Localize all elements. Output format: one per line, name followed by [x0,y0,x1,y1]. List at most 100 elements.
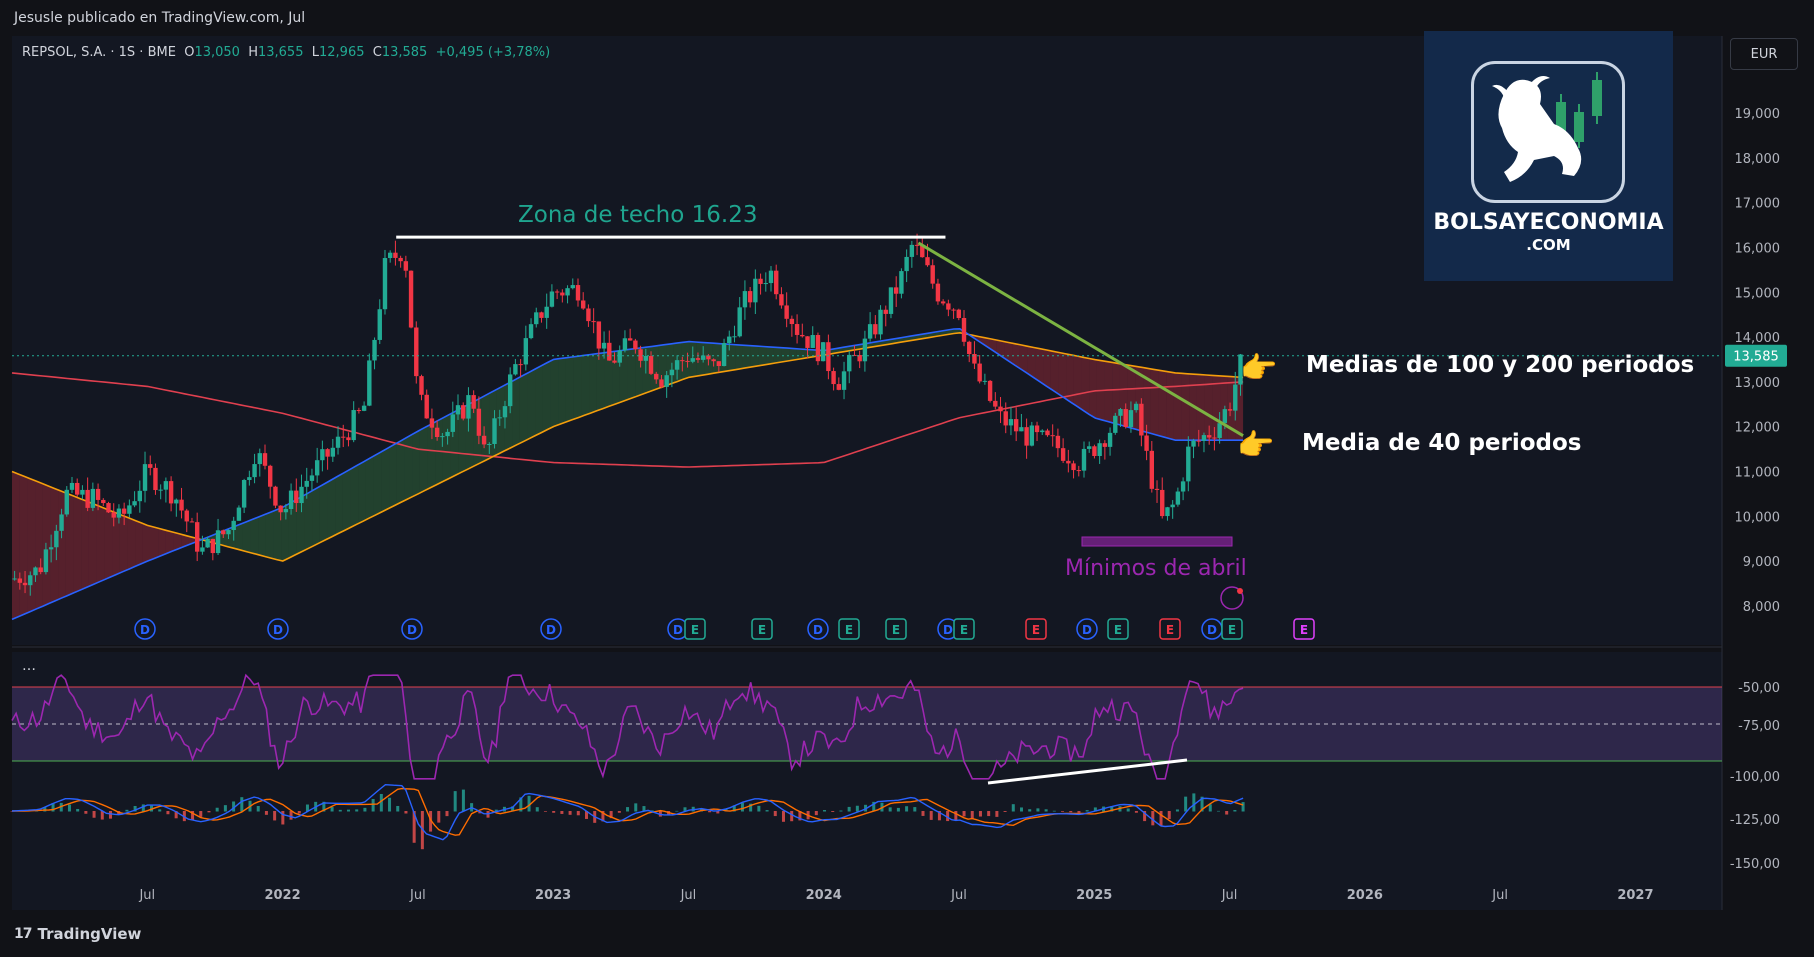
ma-band-fill [12,471,20,620]
candle-body [940,301,946,304]
candle-body [1217,423,1222,438]
ma-40-label: Media de 40 periodos [1302,430,1582,456]
indicator-menu-icon[interactable]: … [22,658,36,674]
candle-body [565,288,570,296]
candle-body [387,252,393,259]
ma-band-fill [342,469,351,532]
candle-body [210,538,216,554]
candle-body [200,547,205,552]
pointing-hand-icon: 👉 [1237,428,1275,463]
macd-histogram-bar [199,811,203,817]
macd-histogram-bar [790,811,794,822]
ma-band-fill [265,510,274,559]
ma-band-fill [1173,372,1182,441]
candle-body [372,339,377,361]
candle-body [1175,491,1181,505]
macd-histogram-bar [273,811,277,821]
currency-button[interactable]: EUR [1730,38,1798,70]
time-tick-label: 2027 [1617,888,1653,903]
event-marker-label: E [892,623,900,637]
event-marker-label: D [813,623,823,637]
macd-histogram-bar [379,793,383,812]
macd-histogram-bar [708,811,712,813]
candle-body [398,257,403,262]
candle-body [596,321,602,349]
open-value: 13,050 [194,45,240,60]
candle-body [1055,435,1061,449]
candle-body [476,408,482,436]
macd-histogram-bar [1019,807,1023,812]
ma-band-fill [81,499,89,590]
event-marker-label: D [673,623,683,637]
ma-band-fill [104,508,113,580]
macd-histogram-bar [338,809,342,812]
candle-body [419,376,424,395]
macd-histogram-bar [1085,810,1089,812]
candle-body [1081,448,1087,471]
candle-body [914,244,920,246]
ma-band-fill [1050,350,1059,395]
tradingview-brand[interactable]: 17 TradingView [14,925,141,943]
candle-body [121,508,127,514]
macd-histogram-bar [535,807,539,812]
candle-body [659,379,664,387]
oscillator-tick-label: -100,00 [1730,770,1780,785]
candle-body [873,324,878,335]
candle-body [393,252,398,258]
ma-band-fill [627,348,636,400]
macd-histogram-bar [158,809,162,812]
candle-body [1092,446,1097,457]
macd-histogram-bar [207,811,211,813]
candle-body [836,384,842,390]
macd-histogram-bar [388,797,392,812]
candle-body [815,335,821,362]
ma-band-fill [565,356,574,423]
price-tick-label: 18,000 [1735,152,1781,167]
candle-body [847,354,852,372]
ma-band-fill [1150,368,1159,436]
macd-histogram-bar [289,811,293,820]
logo-domain: .COM [1526,236,1571,254]
candle-body [111,512,116,518]
candle-body [481,435,487,445]
price-tick-label: 10,000 [1735,510,1781,525]
macd-histogram-bar [1044,809,1048,812]
macd-histogram-bar [453,791,457,812]
candle-body [231,520,236,531]
candle-body [497,417,502,419]
ma-band-fill [550,358,559,428]
price-tick-label: 19,000 [1735,107,1781,122]
ma-band-fill [1058,352,1067,400]
event-marker-label: D [1082,623,1092,637]
candle-body [779,294,784,306]
candle-body [38,567,43,573]
ma-band-fill [596,352,605,411]
price-tick-label: 14,000 [1735,331,1781,346]
ma-band-fill [512,377,520,448]
candle-body [194,522,200,552]
macd-histogram-bar [297,811,301,814]
ceiling-zone-label: Zona de techo 16.23 [518,202,758,228]
open-label: O [184,45,195,60]
close-label: C [372,45,382,60]
candle-body [278,505,283,513]
ma-band-fill [235,523,243,551]
candle-body [617,350,622,363]
candle-body [867,324,873,339]
time-tick-label: Jul [950,888,967,903]
candle-body [367,360,372,406]
macd-histogram-bar [823,810,827,812]
macd-histogram-bar [1011,804,1015,812]
candle-body [581,300,586,309]
candle-body [554,291,560,293]
macd-histogram-bar [141,804,145,812]
candle-body [325,449,330,457]
macd-histogram-bar [1052,810,1056,812]
candle-body [523,338,529,365]
candle-body [90,488,96,508]
candle-body [95,488,101,500]
candle-body [1066,460,1071,464]
footer-bar [0,912,1814,957]
ma-band-fill [281,503,289,561]
candle-body [987,380,993,401]
